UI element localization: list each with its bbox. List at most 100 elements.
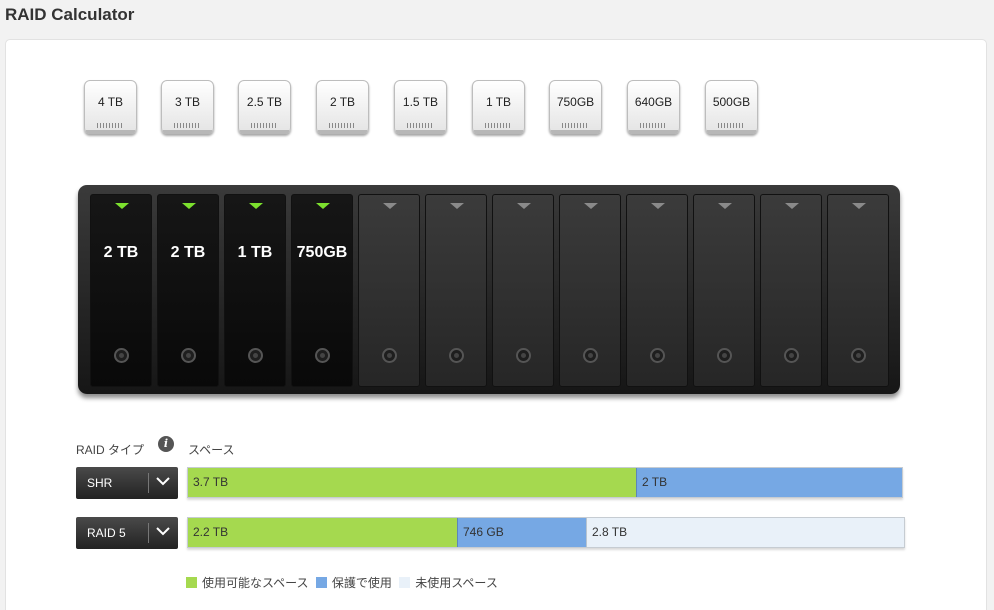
status-led-icon <box>584 203 598 209</box>
drive-bay[interactable]: 2 TB <box>90 194 152 387</box>
disk-option[interactable]: 750GB <box>548 78 603 138</box>
drive-bay[interactable]: 750GB <box>291 194 353 387</box>
raid-type-select-2[interactable]: RAID 5 <box>76 517 178 549</box>
select-divider <box>148 473 149 493</box>
legend-label: 保護で使用 <box>331 576 392 590</box>
tray-lock-icon <box>248 348 263 363</box>
legend-label: 使用可能なスペース <box>202 576 309 590</box>
drive-bay[interactable] <box>492 194 554 387</box>
drive-base <box>629 130 678 134</box>
tray-lock-icon <box>114 348 129 363</box>
drive-bay[interactable]: 2 TB <box>157 194 219 387</box>
disk-capacity: 750GB <box>556 95 595 109</box>
tray-lock-icon <box>650 348 665 363</box>
chevron-down-icon <box>156 477 170 486</box>
disk-capacity: 1.5 TB <box>402 95 439 109</box>
status-led-icon <box>316 203 330 209</box>
legend-item-protection: 保護で使用 <box>315 574 392 591</box>
drive-bay[interactable] <box>693 194 755 387</box>
disk-capacity: 3 TB <box>174 95 201 109</box>
info-icon[interactable]: i <box>158 436 174 452</box>
status-led-icon <box>852 203 866 209</box>
tray-lock-icon <box>315 348 330 363</box>
tray-lock-icon <box>784 348 799 363</box>
status-led-icon <box>450 203 464 209</box>
drive-base <box>86 130 135 134</box>
chevron-down-icon <box>156 527 170 536</box>
drive-bay[interactable] <box>827 194 889 387</box>
disk-capacity: 2.5 TB <box>246 95 283 109</box>
drive-base <box>474 130 523 134</box>
bay-capacity: 2 TB <box>103 244 139 261</box>
usable-space-segment: 3.7 TB <box>188 468 636 497</box>
drive-connector <box>718 123 744 128</box>
disk-option[interactable]: 3 TB <box>160 78 215 138</box>
disk-option[interactable]: 640GB <box>626 78 681 138</box>
disk-capacity: 640GB <box>634 95 673 109</box>
raid-type-value: SHR <box>87 476 113 490</box>
disk-option[interactable]: 4 TB <box>83 78 138 138</box>
drive-bay[interactable] <box>559 194 621 387</box>
raid-type-header: RAID タイプ <box>76 443 145 457</box>
drive-base <box>163 130 212 134</box>
disk-capacity: 2 TB <box>329 95 356 109</box>
drive-bay[interactable] <box>425 194 487 387</box>
bay-capacity: 2 TB <box>170 244 206 261</box>
status-led-icon <box>182 203 196 209</box>
status-led-icon <box>115 203 129 209</box>
drive-bay[interactable] <box>358 194 420 387</box>
disk-option[interactable]: 500GB <box>704 78 759 138</box>
disk-option[interactable]: 1.5 TB <box>393 78 448 138</box>
legend-label: 未使用スペース <box>415 576 498 590</box>
page-title: RAID Calculator <box>5 5 135 24</box>
status-led-icon <box>517 203 531 209</box>
tray-lock-icon <box>382 348 397 363</box>
bay-capacity: 750GB <box>296 244 348 261</box>
tray-lock-icon <box>181 348 196 363</box>
status-led-icon <box>718 203 732 209</box>
protection-segment: 2 TB <box>636 468 902 497</box>
drive-bay[interactable] <box>760 194 822 387</box>
drive-connector <box>251 123 277 128</box>
disk-capacity: 1 TB <box>485 95 512 109</box>
legend-item-usable: 使用可能なスペース <box>186 574 309 591</box>
drive-bay[interactable] <box>626 194 688 387</box>
raid-type-select-1[interactable]: SHR <box>76 467 178 499</box>
tray-lock-icon <box>449 348 464 363</box>
raid-type-value: RAID 5 <box>87 526 126 540</box>
tray-lock-icon <box>851 348 866 363</box>
bay-capacity: 1 TB <box>237 244 273 261</box>
unused-swatch <box>399 577 411 588</box>
protection-swatch <box>315 577 327 588</box>
capacity-bar-1: 3.7 TB 2 TB <box>187 467 903 498</box>
disk-capacity: 500GB <box>712 95 751 109</box>
unused-space-segment: 2.8 TB <box>586 518 904 547</box>
legend-item-unused: 未使用スペース <box>399 574 498 591</box>
drive-base <box>396 130 445 134</box>
drive-connector <box>407 123 433 128</box>
usable-swatch <box>186 577 197 588</box>
drive-base <box>318 130 367 134</box>
drive-connector <box>329 123 355 128</box>
drive-base <box>551 130 600 134</box>
disk-option[interactable]: 2.5 TB <box>237 78 292 138</box>
drive-base <box>707 130 756 134</box>
legend: 使用可能なスペース 保護で使用 未使用スペース <box>186 574 502 591</box>
select-divider <box>148 523 149 543</box>
tray-lock-icon <box>516 348 531 363</box>
tray-lock-icon <box>583 348 598 363</box>
drive-connector <box>485 123 511 128</box>
drive-base <box>240 130 289 134</box>
status-led-icon <box>651 203 665 209</box>
disk-option[interactable]: 1 TB <box>471 78 526 138</box>
drive-connector <box>174 123 200 128</box>
drive-connector <box>97 123 123 128</box>
usable-space-segment: 2.2 TB <box>188 518 457 547</box>
protection-segment: 746 GB <box>457 518 586 547</box>
capacity-bar-2: 2.2 TB 746 GB 2.8 TB <box>187 517 905 548</box>
status-led-icon <box>249 203 263 209</box>
disk-option[interactable]: 2 TB <box>315 78 370 138</box>
drive-bay[interactable]: 1 TB <box>224 194 286 387</box>
space-header: スペース <box>188 443 235 457</box>
drive-connector <box>640 123 666 128</box>
